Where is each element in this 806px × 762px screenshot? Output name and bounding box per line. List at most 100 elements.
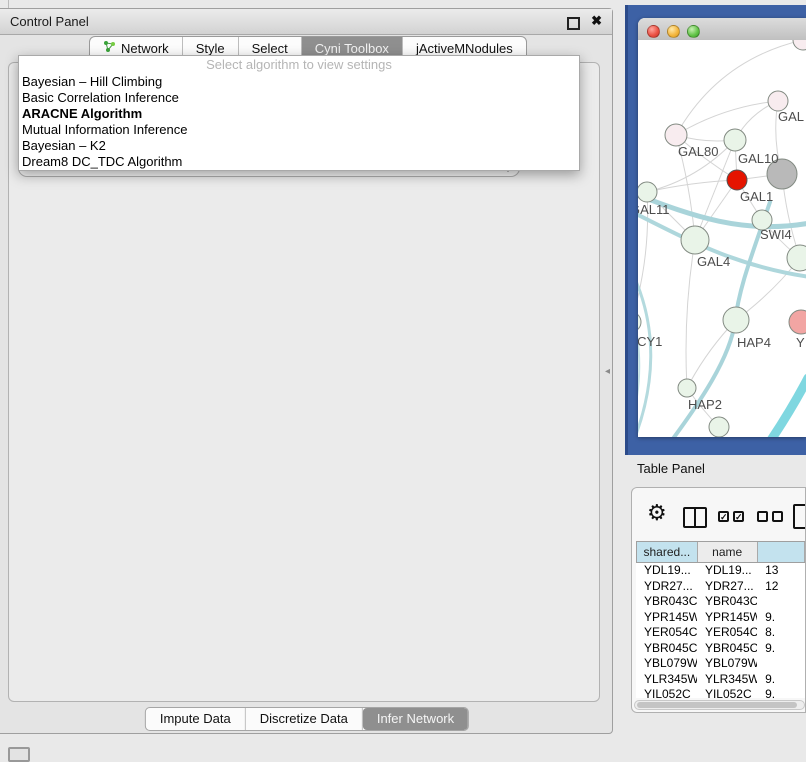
table-cell: 9. [757, 610, 805, 626]
table-row[interactable]: YLR345WYLR345W9. [636, 672, 805, 688]
table-cell: YDL19... [636, 563, 697, 579]
table-cell: 9. [757, 672, 805, 688]
window-edge-line [8, 0, 9, 8]
deselect-all-checkboxes-icon[interactable] [757, 511, 783, 529]
table-cell: YDR27... [636, 579, 697, 595]
panel-splitter-grip[interactable]: ◂ [605, 366, 610, 377]
algorithm-option-bayesian-hill-climbing[interactable]: Bayesian – Hill Climbing [19, 74, 579, 90]
minimize-window-icon[interactable] [667, 25, 680, 38]
table-cell: YER054C [636, 625, 697, 641]
table-cell: YIL052C [697, 687, 757, 698]
network-node-node-top[interactable] [793, 40, 806, 50]
export-table-icon[interactable] [793, 504, 806, 529]
table-row[interactable]: YBR043CYBR043C [636, 594, 805, 610]
network-node-label-hap2: HAP2 [688, 397, 722, 412]
table-settings-gear-icon[interactable]: ⚙ [647, 502, 667, 524]
table-cell: YBR043C [636, 594, 697, 610]
table-cell: YDR27... [697, 579, 757, 595]
table-cell: YBR045C [697, 641, 757, 657]
close-window-icon[interactable] [647, 25, 660, 38]
algorithm-option-bayesian-k2[interactable]: Bayesian – K2 [19, 138, 579, 154]
network-node-hap2[interactable] [678, 379, 696, 397]
network-node-node-salmon[interactable] [789, 310, 806, 334]
column-header-shared[interactable]: shared... [637, 542, 698, 562]
network-node-gal80[interactable] [665, 124, 687, 146]
network-window: GALGAL80GAL10GAL1GAL11SWI4GAL4GCY1HAP4YH… [638, 18, 806, 437]
bottom-tab-infer-network[interactable]: Infer Network [363, 708, 468, 730]
table-cell: 13 [757, 563, 805, 579]
network-node-hap4[interactable] [723, 307, 749, 333]
bottom-tab-discretize-data[interactable]: Discretize Data [246, 708, 363, 730]
minimized-panel-icon[interactable] [8, 747, 30, 762]
select-all-checkboxes-icon[interactable]: ✓✓ [718, 511, 744, 529]
table-cell: YLR345W [636, 672, 697, 688]
control-panel-titlebar: Control Panel ✖ [0, 9, 612, 35]
table-cell: YBR043C [697, 594, 757, 610]
network-node-gal1[interactable] [727, 170, 747, 190]
network-canvas[interactable]: GALGAL80GAL10GAL1GAL11SWI4GAL4GCY1HAP4YH… [638, 40, 806, 437]
network-node-label-hap4: HAP4 [737, 335, 771, 350]
table-cell [757, 656, 805, 672]
network-node-gal-partial[interactable] [768, 91, 788, 111]
network-node-label-gal-partial: GAL [778, 109, 804, 124]
table-cell: YIL052C [636, 687, 697, 698]
table-panel: ⚙ ✓✓ shared...name YDL19...YDL19...13YDR… [631, 487, 806, 713]
table-row[interactable]: YBL079WYBL079W [636, 656, 805, 672]
column-visibility-icon[interactable] [683, 507, 707, 528]
table-row[interactable]: YDR27...YDR27...12 [636, 579, 805, 595]
table-cell: YLR345W [697, 672, 757, 688]
table-row[interactable]: YIL052CYIL052C9. [636, 687, 805, 698]
table-row[interactable]: YER054CYER054C8. [636, 625, 805, 641]
algorithm-dropdown-prompt: Select algorithm to view settings [19, 56, 579, 74]
bottom-tab-impute-data[interactable]: Impute Data [146, 708, 246, 730]
network-node-label-node-salmon: Y [796, 335, 805, 350]
network-node-label-gal10: GAL10 [738, 151, 778, 166]
network-node-label-gal4: GAL4 [697, 254, 730, 269]
algorithm-dropdown-list: Bayesian – Hill ClimbingBasic Correlatio… [19, 74, 579, 170]
table-cell [757, 594, 805, 610]
network-edge-thick[interactable] [771, 378, 806, 437]
table-horizontal-scrollbar[interactable] [634, 700, 805, 710]
table-row[interactable]: YPR145WYPR145W9. [636, 610, 805, 626]
table-cell: YPR145W [636, 610, 697, 626]
network-edge-thick[interactable] [638, 292, 639, 437]
algorithm-dropdown-popup: Select algorithm to view settings Bayesi… [18, 55, 580, 171]
algorithm-option-aracne-algorithm[interactable]: ARACNE Algorithm [19, 106, 579, 122]
table-cell: 9. [757, 641, 805, 657]
network-node-label-gal80: GAL80 [678, 144, 718, 159]
column-header-clipped[interactable] [758, 542, 805, 562]
table-cell: YDL19... [697, 563, 757, 579]
network-edge-thick[interactable] [638, 268, 651, 437]
network-node-node-bottom[interactable] [709, 417, 729, 437]
table-row[interactable]: YDL19...YDL19...13 [636, 563, 805, 579]
table-cell: 9. [757, 687, 805, 698]
float-window-button[interactable] [567, 17, 580, 30]
table-cell: YBR045C [636, 641, 697, 657]
network-window-titlebar [638, 18, 806, 41]
table-cell: YBL079W [697, 656, 757, 672]
zoom-window-icon[interactable] [687, 25, 700, 38]
table-header-row: shared...name [636, 541, 805, 563]
table-cell: YER054C [697, 625, 757, 641]
network-node-gcy1[interactable] [638, 312, 641, 332]
network-edge[interactable] [647, 180, 737, 192]
table-cell: YPR145W [697, 610, 757, 626]
table-rows: YDL19...YDL19...13YDR27...YDR27...12YBR0… [636, 563, 805, 698]
network-node-label-gal1: GAL1 [740, 189, 773, 204]
algorithm-option-mutual-information-inference[interactable]: Mutual Information Inference [19, 122, 579, 138]
table-panel-title: Table Panel [637, 461, 705, 476]
network-node-gal4[interactable] [681, 226, 709, 254]
network-edge[interactable] [676, 101, 778, 135]
network-node-label-gal11: GAL11 [638, 202, 670, 217]
network-node-gal10[interactable] [724, 129, 746, 151]
algorithm-option-basic-correlation-inference[interactable]: Basic Correlation Inference [19, 90, 579, 106]
table-cell: 8. [757, 625, 805, 641]
table-row[interactable]: YBR045CYBR045C9. [636, 641, 805, 657]
close-panel-button[interactable]: ✖ [591, 13, 602, 29]
network-node-gal11[interactable] [638, 182, 657, 202]
column-header-name[interactable]: name [698, 542, 758, 562]
network-node-label-gcy1: GCY1 [638, 334, 662, 349]
algorithm-option-dream8-dc-tdc-algorithm[interactable]: Dream8 DC_TDC Algorithm [19, 154, 579, 170]
cyni-bottom-tab-bar: Impute DataDiscretize DataInfer Network [145, 707, 469, 731]
network-edge[interactable] [686, 240, 695, 388]
